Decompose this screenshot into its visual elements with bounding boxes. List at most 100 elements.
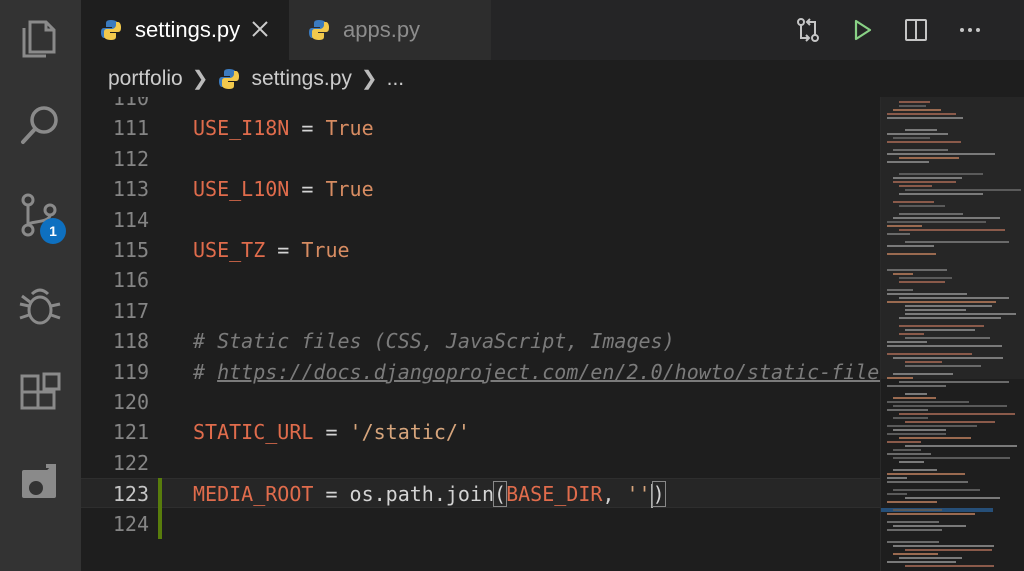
code-line[interactable]: 114	[81, 205, 880, 235]
tab-apps-py[interactable]: apps.py	[289, 0, 491, 60]
code-line[interactable]: 110	[81, 97, 880, 113]
extensions-icon[interactable]	[16, 370, 64, 418]
minimap-line	[899, 185, 932, 187]
minimap-line	[893, 525, 966, 527]
split-editor-icon[interactable]	[902, 16, 930, 44]
minimap-line	[899, 317, 1001, 319]
minimap-line	[899, 557, 962, 559]
line-number: 120	[112, 390, 149, 414]
minimap-line	[887, 141, 961, 143]
minimap-line	[887, 433, 946, 435]
minimap-line	[893, 417, 928, 419]
minimap-line	[899, 213, 963, 215]
minimap-line	[887, 293, 967, 295]
code-line[interactable]: 112	[81, 144, 880, 174]
search-icon[interactable]	[16, 102, 64, 150]
close-icon[interactable]	[249, 18, 271, 40]
minimap-line	[899, 281, 945, 283]
minimap[interactable]	[880, 97, 1024, 571]
code-token: =	[289, 116, 326, 141]
breadcrumb-file[interactable]: settings.py	[251, 67, 351, 91]
code-token: os.path.join	[349, 482, 495, 507]
code-text: STATIC_URL = '/static/'	[193, 417, 470, 447]
code-token: '/static/'	[349, 420, 470, 445]
minimap-line	[887, 345, 1002, 347]
code-line[interactable]: 124	[81, 509, 880, 539]
code-editor[interactable]: 110 111 USE_I18N = True 112 113 USE_L10N = Tr…	[81, 97, 880, 571]
code-token: ,	[602, 482, 627, 507]
code-line[interactable]: 119 # https://docs.djangoproject.com/en/2…	[81, 357, 880, 387]
minimap-line	[899, 229, 1005, 231]
minimap-line	[893, 509, 942, 511]
line-number: 110	[112, 97, 149, 110]
line-number: 118	[112, 329, 149, 354]
line-number: 111	[112, 116, 149, 141]
minimap-line	[893, 457, 1010, 459]
breadcrumb-folder[interactable]: portfolio	[108, 67, 183, 91]
minimap-line	[893, 357, 1003, 359]
code-token: True	[301, 238, 350, 262]
minimap-line	[887, 513, 975, 515]
code-token: USE_TZ	[193, 238, 266, 262]
tab-settings-py[interactable]: settings.py	[81, 0, 289, 60]
minimap-line	[893, 137, 930, 139]
more-actions-icon[interactable]	[956, 16, 984, 44]
minimap-line	[905, 241, 1009, 243]
code-token: )	[651, 481, 666, 508]
code-token: True	[325, 116, 374, 141]
code-token[interactable]: https://docs.djangoproject.com/en/2.0/ho…	[217, 360, 880, 384]
open-changes-icon[interactable]	[794, 16, 822, 44]
minimap-line	[887, 409, 928, 411]
remote-explorer-icon[interactable]	[16, 458, 64, 506]
line-number: 119	[112, 359, 149, 384]
minimap-line	[893, 553, 938, 555]
code-line[interactable]: 118 # Static files (CSS, JavaScript, Imag…	[81, 326, 880, 356]
minimap-line	[893, 489, 980, 491]
minimap-line	[905, 497, 1000, 499]
debug-icon[interactable]	[16, 282, 64, 330]
code-line[interactable]: 120	[81, 387, 880, 417]
python-file-icon	[101, 20, 121, 40]
files-icon[interactable]	[16, 14, 64, 62]
line-number: 123	[112, 482, 149, 507]
code-token: True	[325, 177, 374, 202]
code-line[interactable]: 111 USE_I18N = True	[81, 113, 880, 143]
minimap-line	[899, 277, 952, 279]
code-line[interactable]: 113 USE_L10N = True	[81, 174, 880, 204]
breadcrumb-symbols[interactable]: ...	[387, 67, 405, 91]
chevron-right-icon: ❯	[191, 68, 209, 90]
minimap-line	[893, 217, 1000, 219]
code-token: #	[193, 359, 218, 384]
code-line[interactable]: 116	[81, 265, 880, 295]
minimap-line	[887, 453, 931, 455]
code-token: STATIC_URL	[193, 420, 314, 445]
minimap-line	[887, 401, 969, 403]
code-line[interactable]: 117	[81, 296, 880, 326]
code-line[interactable]: 121 STATIC_URL = '/static/'	[81, 417, 880, 447]
minimap-line	[905, 309, 966, 311]
code-line[interactable]: 115 USE_TZ = True	[81, 235, 880, 265]
minimap-line	[887, 133, 948, 135]
minimap-line	[899, 297, 1009, 299]
minimap-line	[893, 373, 953, 375]
minimap-line	[905, 329, 975, 331]
code-line[interactable]: 122	[81, 448, 880, 478]
tab-label: apps.py	[343, 17, 421, 42]
code-text: # Static files (CSS, JavaScript, Images)	[193, 326, 675, 356]
code-token: USE_I18N	[193, 116, 290, 141]
minimap-line	[887, 253, 936, 255]
minimap-line	[905, 313, 1016, 315]
minimap-line	[905, 565, 994, 567]
minimap-line	[893, 177, 962, 179]
line-number: 122	[112, 450, 149, 475]
minimap-line	[887, 529, 942, 531]
code-token: MEDIA_ROOT	[193, 482, 314, 507]
code-text: USE_I18N = True	[193, 113, 374, 143]
minimap-line	[887, 289, 913, 291]
code-line[interactable]: 123 MEDIA_ROOT = os.path.join(BASE_DIR, '…	[81, 478, 880, 509]
run-icon[interactable]	[848, 16, 876, 44]
minimap-line	[899, 105, 926, 107]
minimap-line	[893, 397, 936, 399]
line-number: 116	[112, 268, 149, 293]
minimap-line	[887, 353, 972, 355]
